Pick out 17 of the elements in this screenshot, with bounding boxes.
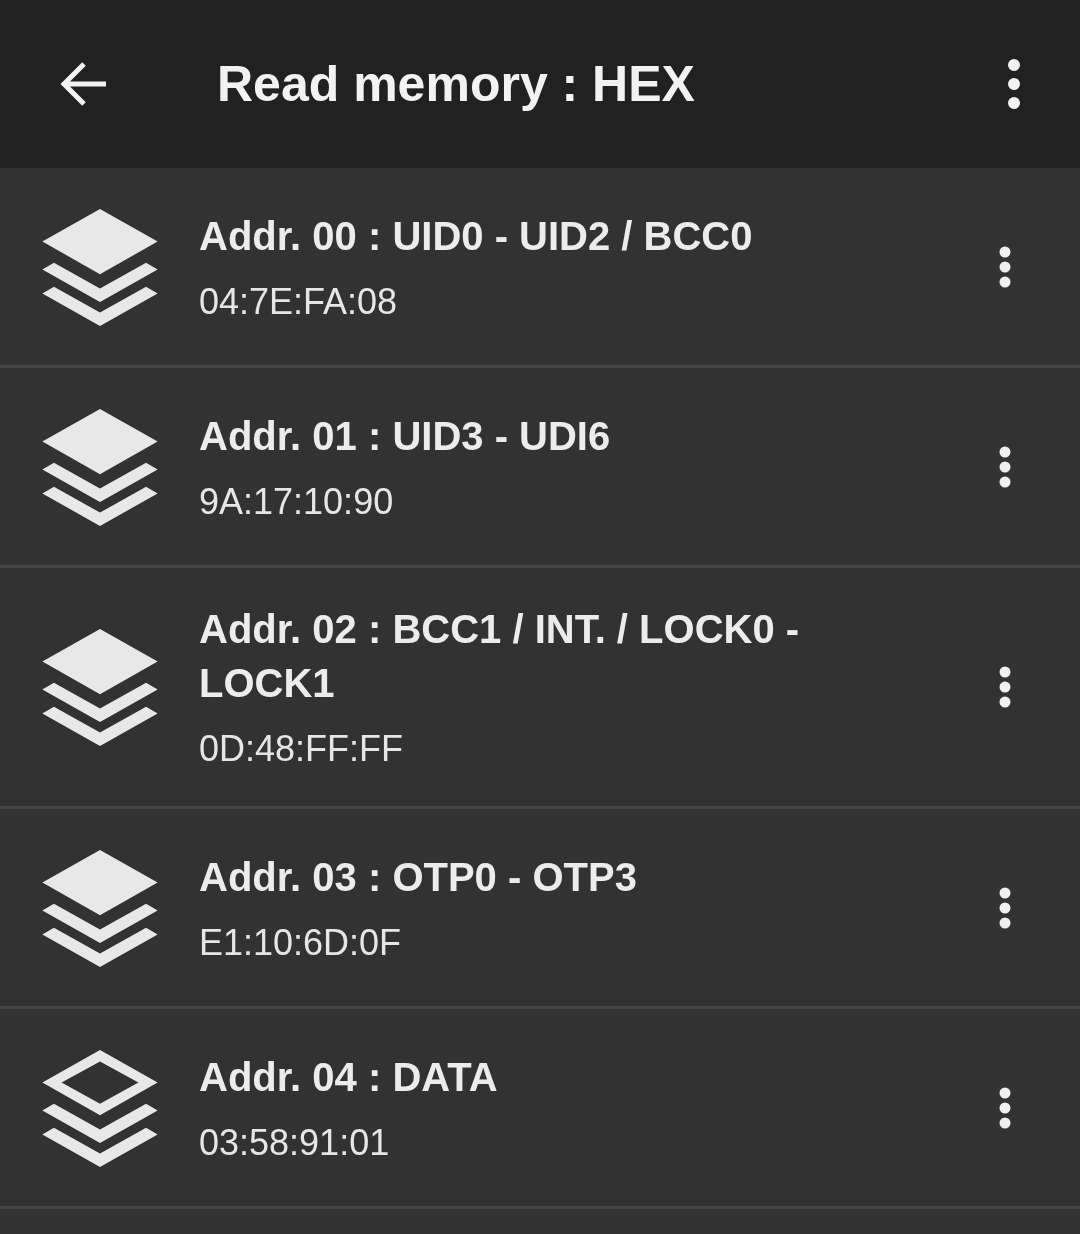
item-value: 0D:48:FF:FF <box>199 727 405 771</box>
item-value: E1:10:6D:0F <box>199 920 403 965</box>
screen-title: Read memory : HEX <box>217 54 696 114</box>
item-value: 04:7E:FA:08 <box>199 279 399 324</box>
item-menu-button[interactable] <box>998 245 1012 288</box>
item-title: Addr. 02 : BCC1 / INT. / LOCK0 - LOCK1 <box>199 606 801 707</box>
item-title: Addr. 03 : OTP0 - OTP3 <box>199 853 638 901</box>
more-options-button[interactable] <box>1006 58 1022 110</box>
item-menu-button[interactable] <box>998 666 1012 708</box>
item-value: 9A:17:10:90 <box>199 479 395 524</box>
item-menu-button[interactable] <box>998 1086 1012 1129</box>
item-menu-button[interactable] <box>998 886 1012 929</box>
item-value: 03:58:91:01 <box>199 1120 391 1165</box>
item-title: Addr. 01 : UID3 - UDI6 <box>199 412 612 460</box>
item-title: Addr. 04 : DATA <box>199 1053 499 1101</box>
item-menu-button[interactable] <box>998 445 1012 488</box>
item-title: Addr. 00 : UID0 - UID2 / BCC0 <box>199 212 754 260</box>
